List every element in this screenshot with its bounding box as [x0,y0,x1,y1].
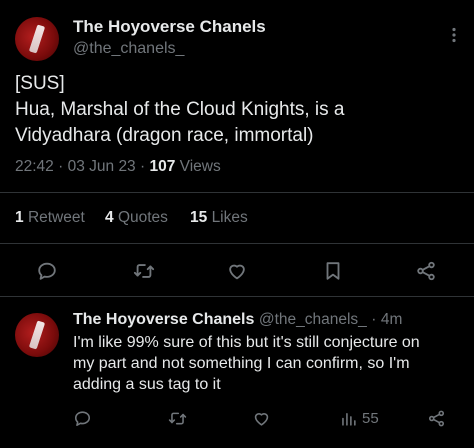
retweets-stat[interactable]: 1 Retweet [15,209,85,227]
likes-label: Likes [211,209,248,226]
separator-dot: · [140,158,146,175]
quotes-count: 4 [105,209,114,226]
likes-count: 15 [190,209,208,226]
tweet-text-line: [SUS] [15,73,65,94]
quotes-label: Quotes [117,209,168,226]
views-count: 107 [149,158,176,175]
reply-author-avatar[interactable] [15,313,59,357]
separator-dot: · [58,158,64,175]
tweet-text: [SUS] Hua, Marshal of the Cloud Knights,… [15,71,465,149]
divider [0,296,474,297]
avatar-emblem [28,320,46,350]
reply-header: The Hoyoverse Chanels @the_chanels_ · 4m [73,311,402,329]
quotes-stat[interactable]: 4 Quotes [105,209,168,227]
tweet-text-line: Vidyadhara (dragon race, immortal) [15,125,314,146]
reply-icon[interactable] [35,259,59,283]
tweet-metadata: 22:42 · 03 Jun 23 · 107 Views [15,158,221,176]
reply-time[interactable]: 4m [381,311,403,328]
retweet-icon[interactable] [132,259,156,283]
retweets-count: 1 [15,209,24,226]
reply-text-line: I'm like 99% sure of this but it's still… [73,334,420,351]
likes-stat[interactable]: 15 Likes [190,209,248,227]
tweet-time[interactable]: 22:42 [15,158,54,175]
like-icon[interactable] [249,406,273,430]
reply-text-line: my part and not something I can confirm,… [73,355,410,372]
views-label: Views [179,158,221,175]
reply-text-line: adding a sus tag to it [73,376,221,393]
reply-icon[interactable] [70,406,94,430]
avatar-emblem [28,24,46,54]
more-options-icon[interactable] [444,25,464,45]
reply-text: I'm like 99% sure of this but it's still… [73,332,468,395]
like-icon[interactable] [225,259,249,283]
bookmark-icon[interactable] [321,259,345,283]
share-icon[interactable] [424,406,448,430]
retweet-icon[interactable] [165,406,189,430]
divider [0,192,474,193]
reply-views[interactable]: 55 [338,408,379,428]
author-handle[interactable]: @the_chanels_ [73,40,184,58]
retweets-label: Retweet [27,209,85,226]
tweet-date[interactable]: 03 Jun 23 [68,158,136,175]
views-icon [338,408,358,428]
tweet-text-line: Hua, Marshal of the Cloud Knights, is a [15,99,345,120]
reply-views-count: 55 [362,409,379,427]
author-avatar[interactable] [15,17,59,61]
share-icon[interactable] [414,259,438,283]
separator-dot: · [371,311,377,328]
reply-author-handle[interactable]: @the_chanels_ [259,311,367,328]
divider [0,243,474,244]
reply-author-name[interactable]: The Hoyoverse Chanels [73,311,254,328]
author-name[interactable]: The Hoyoverse Chanels [73,17,266,37]
